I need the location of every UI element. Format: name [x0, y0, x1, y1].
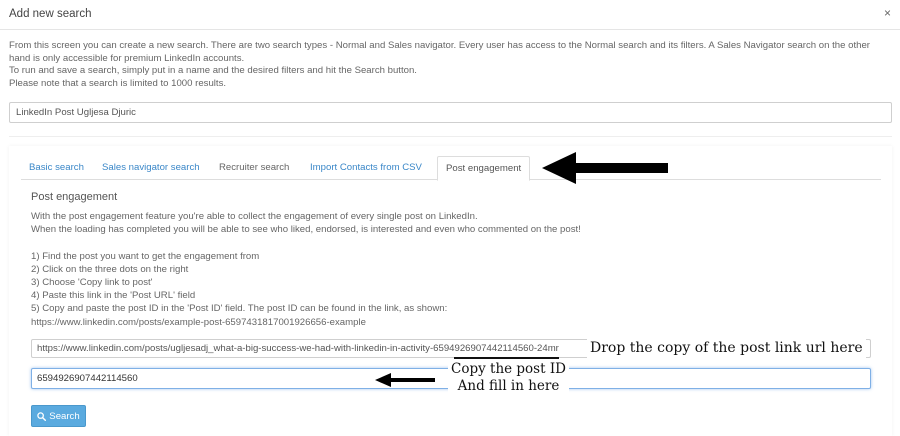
annotation-id-line1: Copy the post ID [451, 361, 566, 377]
intro-line: To run and save a search, simply put in … [9, 65, 417, 77]
search-icon [37, 411, 47, 421]
arrow-left-icon [542, 152, 668, 184]
description-line [31, 236, 871, 249]
search-name-input[interactable] [9, 102, 892, 123]
tab-basic-search[interactable]: Basic search [21, 156, 92, 180]
description-line: When the loading has completed you will … [31, 224, 581, 236]
intro-line: Please note that a search is limited to … [9, 77, 227, 89]
modal-header: Add new search × [0, 0, 900, 30]
search-button[interactable]: Search [31, 405, 86, 427]
section-title: Post engagement [31, 191, 118, 203]
search-button-label: Search [49, 410, 80, 422]
intro-line: hand is only accessible for premium Link… [9, 52, 245, 64]
tab-recruiter-search[interactable]: Recruiter search [211, 156, 297, 180]
search-type-tabs: Basic search Sales navigator search Recr… [21, 156, 881, 181]
add-search-modal: Add new search × From this screen you ca… [0, 0, 900, 436]
tab-import-contacts-csv[interactable]: Import Contacts from CSV [302, 156, 430, 180]
annotation-underline [454, 357, 559, 359]
annotation-id-line2: And fill in here [457, 378, 560, 394]
modal-title: Add new search [9, 8, 92, 20]
description-line: https://www.linkedin.com/posts/example-p… [31, 316, 366, 328]
intro-line: From this screen you can create a new se… [9, 40, 871, 51]
description-line: 3) Choose 'Copy link to post' [31, 277, 153, 288]
annotation-url-note: Drop the copy of the post link url here [587, 338, 866, 358]
tab-sales-navigator-search[interactable]: Sales navigator search [94, 156, 208, 180]
arrow-left-icon [375, 373, 435, 387]
tab-post-engagement[interactable]: Post engagement [437, 156, 531, 181]
intro-text: From this screen you can create a new se… [9, 40, 889, 90]
description-line: 5) Copy and paste the post ID in the 'Po… [31, 303, 448, 315]
description-line: 4) Paste this link in the 'Post URL' fie… [31, 290, 196, 302]
annotation-id-note: Copy the post ID And fill in here [448, 361, 569, 395]
description-line: With the post engagement feature you're … [31, 211, 478, 222]
divider [9, 136, 892, 137]
description-line: 1) Find the post you want to get the eng… [31, 250, 260, 262]
close-icon[interactable]: × [884, 7, 891, 19]
post-engagement-description: With the post engagement feature you're … [31, 210, 871, 329]
description-line: 2) Click on the three dots on the right [31, 263, 189, 275]
